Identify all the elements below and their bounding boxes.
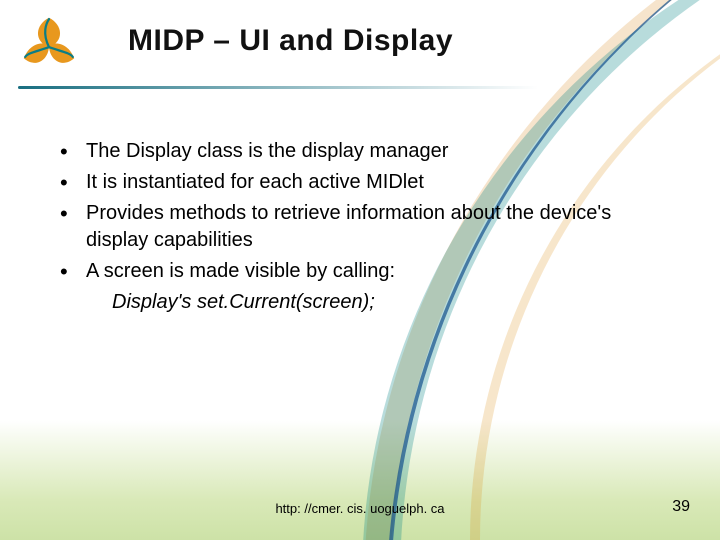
list-item: Provides methods to retrieve information… (58, 200, 638, 254)
bullet-text: The Display class is the display manager (86, 140, 448, 162)
page-title: MIDP – UI and Display (128, 24, 453, 58)
bullet-list: The Display class is the display manager… (58, 138, 638, 285)
list-item: It is instantiated for each active MIDle… (58, 169, 638, 196)
list-item: The Display class is the display manager (58, 138, 638, 165)
bullet-text: It is instantiated for each active MIDle… (86, 171, 424, 193)
trefoil-logo-icon (14, 12, 84, 78)
footer-url: http: //cmer. cis. uoguelph. ca (0, 501, 720, 516)
bullet-text: A screen is made visible by calling: (86, 260, 395, 282)
code-line: Display's set.Current(screen); (112, 289, 638, 316)
slide: MIDP – UI and Display The Display class … (0, 0, 720, 540)
slide-number: 39 (672, 498, 690, 516)
bullet-text: Provides methods to retrieve information… (86, 202, 611, 251)
content-area: The Display class is the display manager… (58, 138, 638, 316)
list-item: A screen is made visible by calling: (58, 258, 638, 285)
title-bar: MIDP – UI and Display (0, 0, 720, 110)
title-underline (18, 86, 538, 89)
